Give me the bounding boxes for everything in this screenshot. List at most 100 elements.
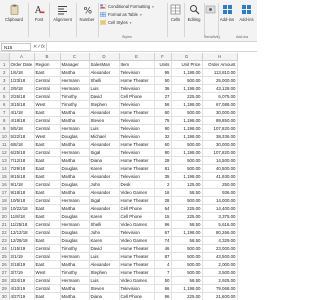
row-header[interactable]: 30 <box>0 292 10 300</box>
header-cell[interactable]: Order Date <box>9 60 35 69</box>
cell[interactable]: 29 <box>154 156 172 165</box>
cell[interactable]: 67 <box>154 228 172 237</box>
cell[interactable]: 3/7/19 <box>9 268 35 277</box>
cell[interactable]: Luis <box>89 84 120 93</box>
cell[interactable]: 3,500.00 <box>202 268 238 277</box>
cell[interactable]: Television <box>119 100 155 109</box>
cell[interactable]: Home Theater <box>119 260 155 269</box>
cell[interactable]: Home Theater <box>119 108 155 117</box>
cell[interactable]: 81 <box>154 164 172 173</box>
cell[interactable]: 1,198.00 <box>171 124 203 133</box>
cell[interactable]: Hermann <box>60 84 90 93</box>
cell[interactable]: 250.00 <box>202 180 238 189</box>
cell[interactable]: 95 <box>154 68 172 77</box>
cell[interactable]: Central <box>34 220 61 229</box>
cell[interactable]: 500.00 <box>171 244 203 253</box>
cell[interactable]: East <box>34 156 61 165</box>
cell[interactable]: 11/25/18 <box>9 220 35 229</box>
cell[interactable]: Martha <box>60 188 90 197</box>
addins-button[interactable]: Add-ins <box>218 4 236 22</box>
cell[interactable]: 14,400.00 <box>202 204 238 213</box>
row-header[interactable]: 28 <box>0 276 10 285</box>
cell[interactable]: 43,128.00 <box>202 84 238 93</box>
cell[interactable]: 50 <box>154 76 172 85</box>
cell[interactable]: 14,500.00 <box>202 156 238 165</box>
cell[interactable]: 500.00 <box>171 268 203 277</box>
cell[interactable]: 12/29/18 <box>9 236 35 245</box>
cell[interactable]: 96 <box>154 220 172 229</box>
cell[interactable]: 35 <box>154 172 172 181</box>
cell[interactable]: Douglas <box>60 132 90 141</box>
cell[interactable]: Central <box>34 244 61 253</box>
cell[interactable]: 25,000.00 <box>202 76 238 85</box>
cell[interactable]: 1,198.00 <box>171 132 203 141</box>
cell[interactable]: Television <box>119 284 155 293</box>
cell[interactable]: Central <box>34 252 61 261</box>
cell[interactable]: Martha <box>60 284 90 293</box>
cell[interactable]: Timothy <box>60 244 90 253</box>
cell[interactable]: Martha <box>60 116 90 125</box>
row-header[interactable]: 5 <box>0 92 10 101</box>
cell[interactable]: Home Theater <box>119 244 155 253</box>
cell[interactable]: 2/9/18 <box>9 84 35 93</box>
cell[interactable]: 500.00 <box>171 108 203 117</box>
cell[interactable]: 2,925.00 <box>202 276 238 285</box>
cell[interactable]: 11/8/18 <box>9 212 35 221</box>
cell[interactable]: Television <box>119 148 155 157</box>
cell[interactable]: 936.00 <box>202 188 238 197</box>
cell[interactable]: Television <box>119 132 155 141</box>
cell[interactable]: East <box>34 236 61 245</box>
cell[interactable]: 1/23/18 <box>9 76 35 85</box>
cell[interactable]: Central <box>34 196 61 205</box>
row-header[interactable]: 12 <box>0 148 10 157</box>
cell[interactable]: Luis <box>89 252 120 261</box>
cell[interactable]: 36 <box>154 84 172 93</box>
cell[interactable]: East <box>34 212 61 221</box>
font-button[interactable]: A Font <box>30 4 48 22</box>
cell[interactable]: Central <box>34 116 61 125</box>
cell[interactable]: 500.00 <box>171 76 203 85</box>
cell[interactable]: Shelli <box>89 220 120 229</box>
alignment-button[interactable]: Alignment <box>50 4 75 22</box>
cell[interactable]: Central <box>34 180 61 189</box>
cell[interactable]: David <box>89 244 120 253</box>
cell[interactable]: East <box>34 292 61 300</box>
cell[interactable]: East <box>34 68 61 77</box>
cell[interactable]: 1,198.00 <box>171 172 203 181</box>
cell[interactable]: Steven <box>89 284 120 293</box>
cell[interactable]: West <box>34 132 61 141</box>
cell[interactable]: 90 <box>154 148 172 157</box>
cell[interactable]: 4,329.00 <box>202 236 238 245</box>
column-header[interactable]: E <box>119 53 155 61</box>
cell[interactable]: Cell Phone <box>119 292 155 300</box>
cell[interactable]: East <box>34 108 61 117</box>
cell[interactable]: 10/22/18 <box>9 204 35 213</box>
cell[interactable]: Alexander <box>89 108 120 117</box>
row-header[interactable]: 10 <box>0 132 10 141</box>
cell[interactable]: 225.00 <box>171 212 203 221</box>
cell[interactable]: 58.50 <box>171 220 203 229</box>
cell-styles-button[interactable]: Cell Styles ▾ <box>99 19 132 26</box>
cell[interactable]: 1,198.00 <box>171 84 203 93</box>
row-header[interactable]: 16 <box>0 180 10 189</box>
cell[interactable]: 30,000.00 <box>202 140 238 149</box>
cell[interactable]: Central <box>34 228 61 237</box>
cell[interactable]: 6/8/18 <box>9 140 35 149</box>
conditional-formatting-button[interactable]: Conditional Formatting ▾ <box>99 3 154 10</box>
row-header[interactable]: 19 <box>0 204 10 213</box>
row-header[interactable]: 15 <box>0 172 10 181</box>
cell[interactable]: Video Games <box>119 276 155 285</box>
cell[interactable]: 2/26/18 <box>9 92 35 101</box>
cell[interactable]: 500.00 <box>171 140 203 149</box>
cell[interactable]: 2,000.00 <box>202 260 238 269</box>
cell[interactable]: 12/12/18 <box>9 228 35 237</box>
row-header[interactable]: 7 <box>0 108 10 117</box>
row-header[interactable]: 3 <box>0 76 10 85</box>
cell[interactable]: Douglas <box>60 228 90 237</box>
cell[interactable]: 43,500.00 <box>202 252 238 261</box>
cell[interactable]: Television <box>119 68 155 77</box>
cell[interactable]: Home Theater <box>119 140 155 149</box>
cell[interactable]: Sigal <box>89 196 120 205</box>
cell[interactable]: East <box>34 172 61 181</box>
cell[interactable]: Hermann <box>60 124 90 133</box>
